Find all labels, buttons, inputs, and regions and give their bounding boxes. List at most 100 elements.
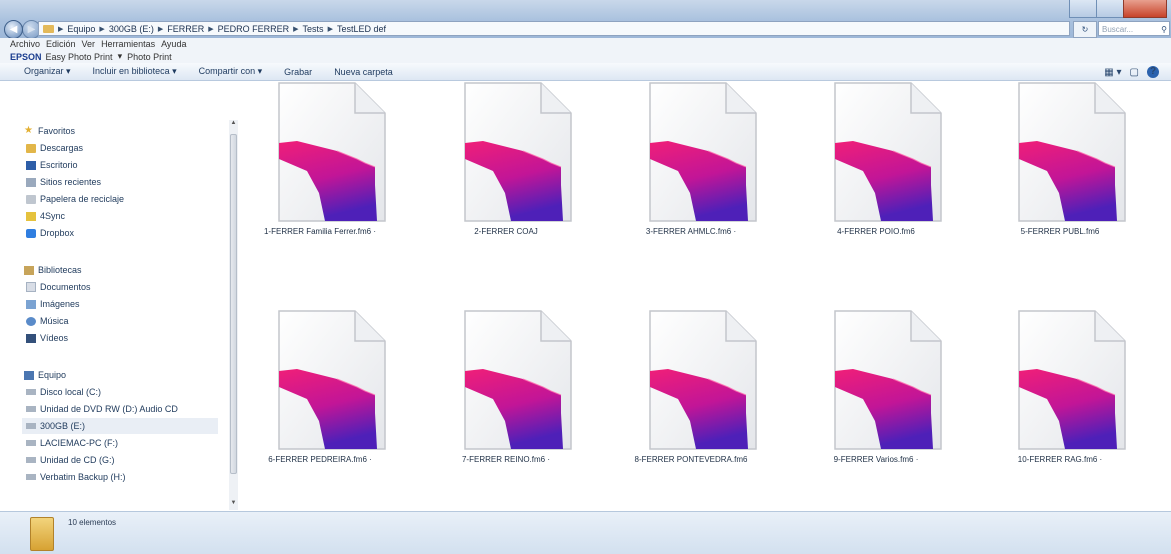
sidebar-item-papelera[interactable]: Papelera de reciclaje [26,191,124,207]
address-row: ◀ ▶ ▶ Equipo ▶ 300GB (E:) ▶ FERRER ▶ PED… [0,20,1171,39]
file-item[interactable]: 6-FERRER PEDREIRA.fm6 · [240,309,400,489]
hard-drive-icon [26,389,36,395]
sidebar-item-300gb[interactable]: 300GB (E:) [22,418,218,434]
chevron-right-icon: ▶ [58,25,64,33]
help-icon[interactable]: ? [1147,66,1159,78]
breadcrumb-testled-def[interactable]: TestLED def [337,24,386,34]
file-name: 2-FERRER COAJ [474,227,538,236]
pictures-icon [26,299,36,309]
sidebar-item-descargas[interactable]: Descargas [26,140,83,156]
close-button[interactable] [1123,0,1167,18]
libraries-icon [24,265,34,275]
search-input[interactable]: Buscar... ⚲ [1098,21,1170,36]
organize-button[interactable]: Organizar ▾ [24,66,71,77]
preview-pane-icon[interactable]: ▢ [1130,67,1139,78]
dropdown-arrow-icon[interactable]: ▾ [118,51,123,62]
folder-icon [30,517,54,551]
scroll-up-arrow-icon[interactable]: ▲ [229,120,238,130]
computer-icon [24,370,34,380]
file-name: 3-FERRER AHMLC.fm6 · [645,227,737,236]
sidebar-item-cd[interactable]: Unidad de CD (G:) [26,452,115,468]
easy-photo-print-button[interactable]: Easy Photo Print [46,52,113,62]
file-icon [648,309,758,451]
file-item[interactable]: 8-FERRER PONTEVEDRA.fm6 [611,309,771,489]
backup-drive-icon [26,474,36,480]
file-item[interactable]: 7-FERRER REINO.fm6 · [426,309,586,489]
file-icon [1017,81,1127,223]
menu-edicion[interactable]: Edición [46,39,76,49]
file-icon [277,81,387,223]
file-item[interactable]: 2-FERRER COAJ [426,81,586,261]
sidebar-item-4sync[interactable]: 4Sync [26,208,65,224]
file-item[interactable]: 1-FERRER Familia Ferrer.fm6 · [240,81,400,261]
sidebar-item-videos[interactable]: Vídeos [26,330,68,346]
back-arrow-icon[interactable]: ◀ [4,20,23,39]
item-count: 10 elementos [68,518,117,527]
file-name: 9-FERRER Varios.fm6 · [833,455,919,464]
sidebar-item-disco-local[interactable]: Disco local (C:) [26,384,101,400]
file-name: 6-FERRER PEDREIRA.fm6 · [268,455,372,464]
file-item[interactable]: 5-FERRER PUBL.fm6 [980,81,1140,261]
sidebar-item-documentos[interactable]: Documentos [26,279,91,295]
downloads-icon [26,143,36,153]
file-item[interactable]: 9-FERRER Varios.fm6 · [796,309,956,489]
menu-herramientas[interactable]: Herramientas [101,39,155,49]
breadcrumb-ferrer[interactable]: FERRER [167,24,204,34]
epson-toolbar: EPSON Easy Photo Print ▾ Photo Print [0,50,1171,63]
sidebar-scrollbar[interactable]: ▲ ▼ [229,120,238,510]
status-bar: 10 elementos [0,511,1171,554]
recycle-bin-icon [26,194,36,204]
file-name: 7-FERRER REINO.fm6 · [461,455,550,464]
menu-ayuda[interactable]: Ayuda [161,39,186,49]
file-icon [648,81,758,223]
window-controls [1069,0,1167,18]
sidebar-item-escritorio[interactable]: Escritorio [26,157,78,173]
file-item[interactable]: 3-FERRER AHMLC.fm6 · [611,81,771,261]
menu-archivo[interactable]: Archivo [10,39,40,49]
scroll-down-arrow-icon[interactable]: ▼ [229,500,238,510]
sidebar-item-dropbox[interactable]: Dropbox [26,225,74,241]
chevron-right-icon: ▶ [293,25,299,33]
4sync-icon [26,211,36,221]
sidebar-item-imagenes[interactable]: Imágenes [26,296,80,312]
breadcrumb-tests[interactable]: Tests [303,24,324,34]
sidebar-item-laciemac[interactable]: LACIEMAC-PC (F:) [26,435,118,451]
file-item[interactable]: 10-FERRER RAG.fm6 · [980,309,1140,489]
new-folder-button[interactable]: Nueva carpeta [334,67,393,77]
sidebar-libraries[interactable]: Bibliotecas [24,262,82,278]
folder-icon [43,24,54,33]
view-options-icon[interactable]: ▦ ▾ [1104,67,1121,78]
dvd-drive-icon [26,406,36,412]
burn-button[interactable]: Grabar [284,67,312,77]
title-bar: ◀ ▶ ▶ Equipo ▶ 300GB (E:) ▶ FERRER ▶ PED… [0,0,1171,39]
view-controls: ▦ ▾ ▢ ? [1096,66,1159,78]
file-item[interactable]: 4-FERRER POIO.fm6 [796,81,956,261]
file-icon [277,309,387,451]
cd-drive-icon [26,457,36,463]
sidebar-item-musica[interactable]: Música [26,313,69,329]
include-library-button[interactable]: Incluir en biblioteca ▾ [93,66,177,77]
file-name: 5-FERRER PUBL.fm6 [1020,227,1100,236]
sidebar-computer[interactable]: Equipo [24,367,66,383]
file-icon [463,309,573,451]
sidebar-item-verbatim[interactable]: Verbatim Backup (H:) [26,469,126,485]
breadcrumb-300gb[interactable]: 300GB (E:) [109,24,154,34]
menu-ver[interactable]: Ver [82,39,96,49]
minimize-button[interactable] [1069,0,1097,18]
maximize-button[interactable] [1096,0,1124,18]
address-bar[interactable]: ▶ Equipo ▶ 300GB (E:) ▶ FERRER ▶ PEDRO F… [38,21,1070,36]
file-icon [463,81,573,223]
sidebar-item-sitios-recientes[interactable]: Sitios recientes [26,174,101,190]
scrollbar-thumb[interactable] [230,134,237,474]
breadcrumb-pedro-ferrer[interactable]: PEDRO FERRER [218,24,290,34]
command-bar: Organizar ▾ Incluir en biblioteca ▾ Comp… [0,63,1171,81]
sidebar-item-dvd[interactable]: Unidad de DVD RW (D:) Audio CD [26,401,178,417]
documents-icon [26,282,36,292]
recent-places-icon [26,177,36,187]
sidebar-favorites[interactable]: ★ Favoritos [24,123,75,139]
photo-print-button[interactable]: Photo Print [127,52,172,62]
breadcrumb-equipo[interactable]: Equipo [67,24,95,34]
chevron-right-icon: ▶ [157,25,164,33]
refresh-button[interactable]: ↻ [1073,21,1097,38]
share-button[interactable]: Compartir con ▾ [199,66,263,77]
